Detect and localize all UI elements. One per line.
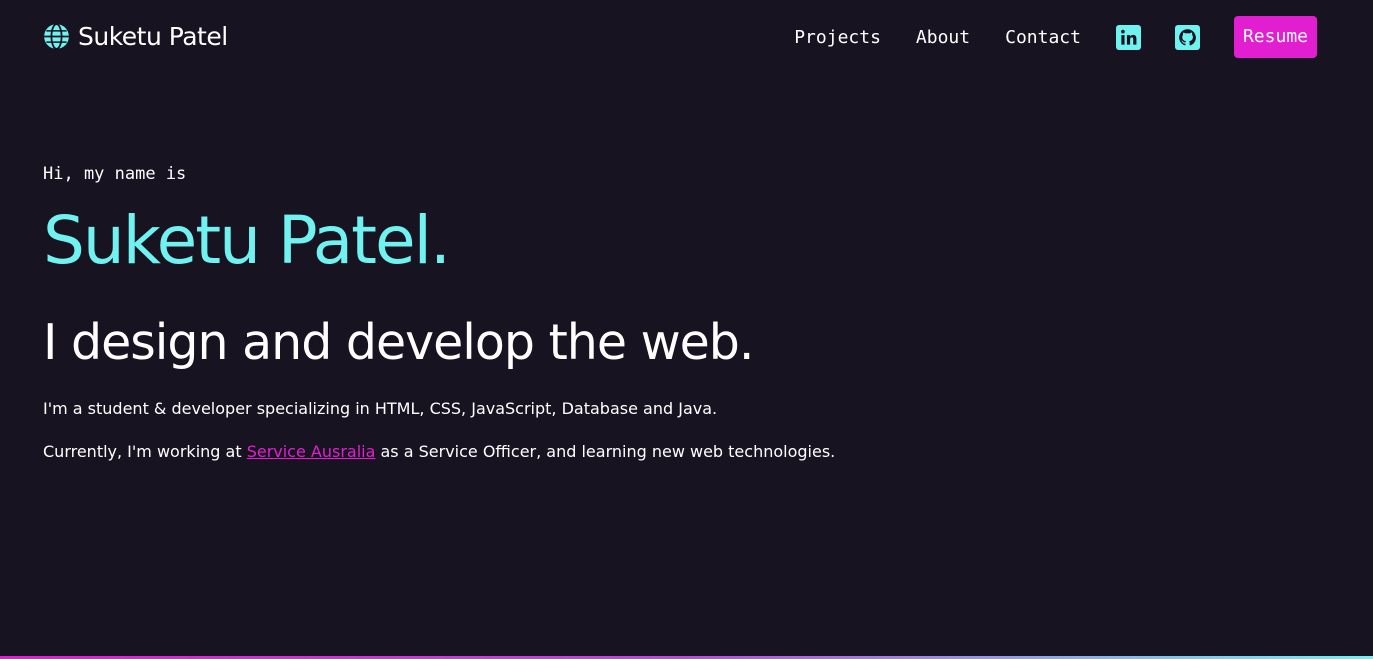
nav-link-projects[interactable]: Projects	[794, 27, 881, 48]
nav-link-about[interactable]: About	[916, 27, 970, 48]
job-text-suffix: as a Service Officer, and learning new w…	[375, 442, 836, 461]
brand-name: Suketu Patel	[78, 22, 228, 51]
linkedin-icon[interactable]	[1115, 24, 1141, 50]
job-text-prefix: Currently, I'm working at	[43, 442, 247, 461]
employer-link[interactable]: Service Ausralia	[247, 442, 376, 461]
intro-description: I'm a student & developer specializing i…	[43, 399, 718, 418]
resume-button[interactable]: Resume	[1233, 16, 1317, 58]
brand-logo-link[interactable]: Suketu Patel	[43, 22, 228, 51]
nav-link-contact[interactable]: Contact	[1005, 27, 1081, 48]
github-icon[interactable]	[1174, 24, 1200, 50]
hero-name: Suketu Patel.	[43, 202, 451, 279]
main-nav: Projects About Contact Resume	[794, 16, 1317, 58]
hero-tagline: I design and develop the web.	[43, 314, 754, 371]
globe-icon	[43, 23, 70, 50]
greeting-text: Hi, my name is	[43, 164, 187, 184]
current-job-description: Currently, I'm working at Service Ausral…	[43, 442, 835, 461]
